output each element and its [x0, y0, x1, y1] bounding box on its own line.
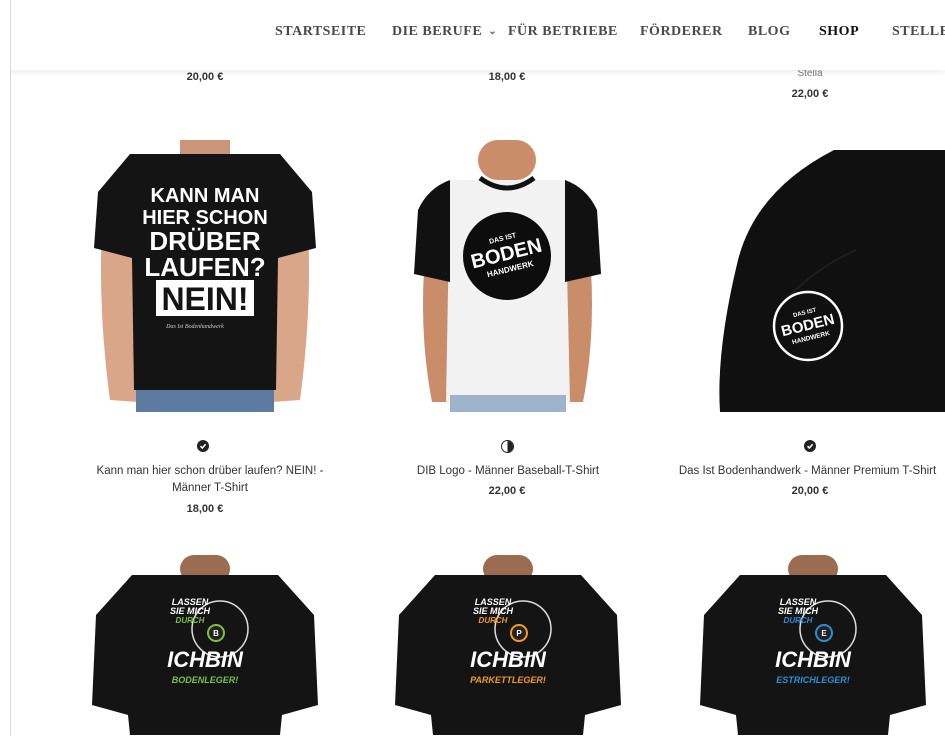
print-text: KANN MAN: [151, 185, 260, 207]
top-navigation: STARTSEITE DIE BERUFE ⌄ FÜR BETRIEBE FÖRD…: [0, 0, 945, 70]
color-swatch-black[interactable]: [197, 440, 209, 452]
color-swatch-white-black[interactable]: [501, 440, 514, 453]
print-text-small: Das Ist Bodenhandwerk: [165, 324, 224, 330]
nav-startseite[interactable]: STARTSEITE: [275, 24, 366, 40]
product-price: 22,00 €: [791, 88, 829, 100]
product-title[interactable]: DIB Logo - Männer Baseball-T-Shirt: [378, 463, 638, 480]
nav-foerderer[interactable]: FÖRDERER: [640, 24, 723, 40]
product-price: 18,00 €: [488, 71, 526, 83]
nav-die-berufe[interactable]: DIE BERUFE ⌄: [392, 24, 497, 40]
print-text: DURCH: [479, 616, 508, 625]
nav-shop[interactable]: SHOP: [819, 24, 859, 40]
print-text: SIE MICH: [170, 606, 211, 616]
tshirt-front-illustration: P LASSEN SIE MICH DURCH ICHBIN PARKETTLE…: [395, 555, 621, 735]
nav-stellen[interactable]: STELLEN: [892, 24, 945, 40]
product-title[interactable]: Kann man hier schon drüber laufen? NEIN!…: [60, 463, 360, 497]
nav-blog[interactable]: BLOG: [748, 24, 790, 40]
job-letter: E: [821, 629, 827, 638]
product-image-kann-man[interactable]: KANN MAN HIER SCHON DRÜBER LAUFEN? NEIN!…: [90, 140, 320, 412]
print-text: SIE MICH: [778, 606, 819, 616]
product-title[interactable]: Das Ist Bodenhandwerk - Männer Premium T…: [670, 463, 945, 480]
product-title-line: Männer T-Shirt: [172, 482, 248, 494]
job-letter: B: [213, 629, 219, 638]
product-price: 22,00 €: [488, 485, 526, 497]
product-image-estrichleger[interactable]: E LASSEN SIE MICH DURCH ICHBIN ESTRICHLE…: [700, 555, 926, 735]
half-circle-icon: [507, 441, 513, 452]
product-price: 20,00 €: [186, 71, 224, 83]
window-left-border: [0, 0, 11, 735]
color-swatch-black[interactable]: [804, 440, 816, 452]
product-title-line: Kann man hier schon drüber laufen? NEIN!…: [96, 465, 324, 477]
print-text: NEIN!: [161, 281, 248, 317]
print-text: LAUFEN?: [144, 252, 265, 282]
print-text: PARKETTLEGER!: [470, 675, 546, 685]
print-text: ICHBIN: [775, 647, 852, 672]
product-image-bodenleger[interactable]: B LASSEN SIE MICH DURCH ICHBIN BODENLEGE…: [92, 555, 318, 735]
product-price: 18,00 €: [186, 503, 224, 515]
print-text: ICHBIN: [470, 647, 547, 672]
print-text: DURCH: [176, 616, 205, 625]
nav-fuer-betriebe[interactable]: FÜR BETRIEBE: [508, 24, 618, 40]
baseball-tshirt-illustration: DAS IST BODEN HANDWERK: [410, 140, 605, 412]
sleeve-tshirt-illustration: DAS IST BODEN HANDWERK: [716, 150, 945, 412]
check-icon: [199, 443, 207, 450]
product-price: 20,00 €: [791, 485, 829, 497]
tshirt-back-illustration: KANN MAN HIER SCHON DRÜBER LAUFEN? NEIN!…: [90, 140, 320, 412]
print-text: BODENLEGER!: [172, 675, 239, 685]
chevron-down-icon: ⌄: [488, 26, 498, 37]
product-image-dib-premium[interactable]: DAS IST BODEN HANDWERK: [716, 150, 945, 412]
tshirt-front-illustration: E LASSEN SIE MICH DURCH ICHBIN ESTRICHLE…: [700, 555, 926, 735]
nav-die-berufe-label: DIE BERUFE: [392, 24, 483, 39]
product-image-parkettleger[interactable]: P LASSEN SIE MICH DURCH ICHBIN PARKETTLE…: [395, 555, 621, 735]
check-icon: [806, 443, 814, 450]
print-text: ESTRICHLEGER!: [776, 675, 850, 685]
print-text: DURCH: [784, 616, 813, 625]
job-letter: P: [516, 629, 522, 638]
print-text: SIE MICH: [473, 606, 514, 616]
product-image-dib-baseball[interactable]: DAS IST BODEN HANDWERK: [410, 140, 605, 412]
tshirt-front-illustration: B LASSEN SIE MICH DURCH ICHBIN BODENLEGE…: [92, 555, 318, 735]
print-text: ICHBIN: [167, 647, 244, 672]
